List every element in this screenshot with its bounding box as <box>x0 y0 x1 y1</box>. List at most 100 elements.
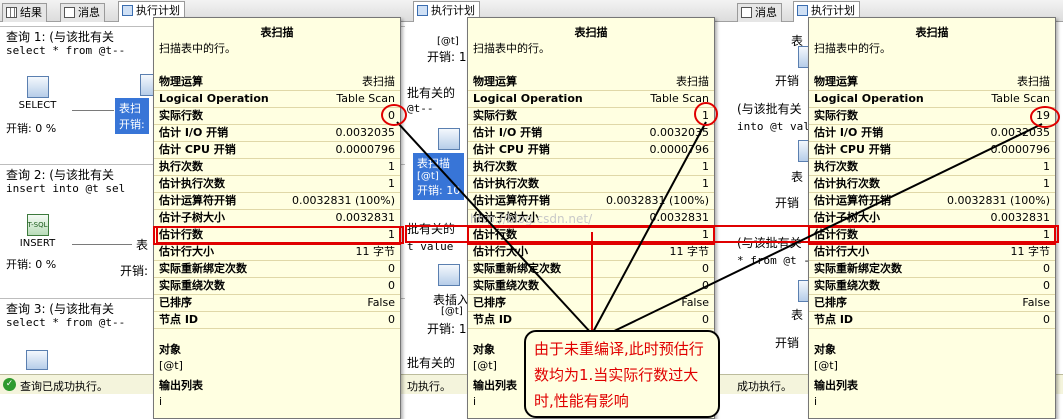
tooltip-property-row: Logical Operation Table Scan <box>468 91 714 108</box>
property-label: 执行次数 <box>814 160 858 173</box>
property-value: 0 <box>702 262 709 275</box>
tooltip-description: 扫描表中的行。 <box>159 42 236 55</box>
property-value: 11 字节 <box>355 245 396 258</box>
property-label: 实际行数 <box>159 109 203 122</box>
property-value: Table Scan <box>991 92 1050 105</box>
query-title: 批有关的 <box>407 86 456 100</box>
property-value: 1 <box>702 160 709 173</box>
status-text: 功执行。 <box>407 380 451 393</box>
property-label: Logical Operation <box>814 92 924 105</box>
tooltip-property-row: 实际重新绑定次数 0 <box>809 261 1055 278</box>
property-value: 0.0032831 (100%) <box>291 194 395 207</box>
tooltip-property-row: 实际重绕次数 0 <box>809 278 1055 295</box>
tooltip-property-row: 实际重新绑定次数 0 <box>468 261 714 278</box>
plan-icon <box>417 5 428 16</box>
check-icon: ✓ <box>3 378 16 391</box>
table-scan-icon[interactable] <box>438 128 460 150</box>
query-sql: select * from @t-- <box>6 44 126 57</box>
select-operator[interactable]: SELECT <box>0 76 75 111</box>
tooltip-property-row: 节点 ID 0 <box>468 312 714 329</box>
property-value: 0 <box>388 262 395 275</box>
property-label: 估计 I/O 开销 <box>159 126 229 139</box>
property-label: 估计 CPU 开销 <box>159 143 236 156</box>
query-title: 查询 1: (与该批有关 <box>6 30 114 44</box>
property-value: False <box>1022 296 1050 309</box>
property-value: 0.0032035 <box>649 126 710 139</box>
table-label: [@t] <box>441 306 463 317</box>
property-label: 估计执行次数 <box>814 177 880 190</box>
tooltip-properties: 物理运算 表扫描 Logical Operation Table Scan 实际行数 19… <box>808 74 1056 329</box>
property-label: 估计行大小 <box>814 245 869 258</box>
tooltip-property-row: 实际行数 19 <box>809 108 1055 125</box>
selected-table-scan-node[interactable]: 表扫 开销: <box>115 98 149 134</box>
grid-icon <box>6 7 17 18</box>
tab-messages[interactable]: 消息 <box>60 3 105 22</box>
tab-results[interactable]: 结果 <box>2 3 47 22</box>
property-value: 0.0032035 <box>335 126 396 139</box>
plan-icon <box>122 5 133 16</box>
table-insert-icon[interactable] <box>438 264 460 286</box>
property-value: 1 <box>702 177 709 190</box>
tooltip-property-row: 估计 CPU 开销 0.0000796 <box>809 142 1055 159</box>
operator-cost: 开销: 0 % <box>6 258 57 271</box>
select-icon[interactable] <box>26 350 48 370</box>
table-label: [@t] <box>437 36 459 47</box>
tooltip-property-row: 节点 ID 0 <box>154 312 400 329</box>
property-label: 估计 I/O 开销 <box>473 126 543 139</box>
property-label: 实际重绕次数 <box>159 279 225 292</box>
tab-messages[interactable]: 消息 <box>737 3 782 22</box>
property-value: 11 字节 <box>1010 245 1051 258</box>
property-label: 物理运算 <box>473 75 517 88</box>
insert-operator[interactable]: T-SQL INSERT <box>0 214 75 249</box>
property-value: 0 <box>1043 279 1050 292</box>
object-heading: 对象 <box>814 343 836 356</box>
tooltip-property-row: Logical Operation Table Scan <box>154 91 400 108</box>
property-value: False <box>681 296 709 309</box>
query-title: 查询 2: (与该批有关 <box>6 168 114 182</box>
tooltip-property-row: 估计运算符开销 0.0032831 (100%) <box>468 193 714 210</box>
query-title: 查询 3: (与该批有关 <box>6 302 114 316</box>
tooltip-property-row: 估计 I/O 开销 0.0032035 <box>154 125 400 142</box>
property-value: 0.0000796 <box>990 143 1051 156</box>
tooltip-property-row: 估计执行次数 1 <box>468 176 714 193</box>
tooltip-property-row: 已排序 False <box>154 295 400 312</box>
message-icon <box>64 7 75 18</box>
property-value: 1 <box>388 160 395 173</box>
property-value: 0.0032831 <box>335 211 396 224</box>
property-label: 节点 ID <box>814 313 854 326</box>
estimated-rows-highlight <box>405 225 1059 243</box>
table-scan-tooltip-1: 表扫描 扫描表中的行。 物理运算 表扫描 Logical Operation Table … <box>153 17 401 419</box>
tooltip-properties: 物理运算 表扫描 Logical Operation Table Scan 实际行数 1 估… <box>467 74 715 329</box>
tooltip-property-row: 估计 I/O 开销 0.0032035 <box>468 125 714 142</box>
property-label: 估计运算符开销 <box>814 194 891 207</box>
object-value: [@t] <box>814 359 838 372</box>
selected-table-scan-node[interactable]: 表扫描 [@t] 开销: 10 <box>413 153 465 200</box>
property-value: 1 <box>1043 177 1050 190</box>
property-value: 0.0032831 <box>990 211 1051 224</box>
property-value: 0.0032831 (100%) <box>946 194 1050 207</box>
operator-cost: 开销: 0 % <box>6 122 57 135</box>
tooltip-property-row: 估计运算符开销 0.0032831 (100%) <box>154 193 400 210</box>
property-label: 实际重绕次数 <box>473 279 539 292</box>
property-label: 估计运算符开销 <box>473 194 550 207</box>
output-list-heading: 输出列表 <box>159 379 203 392</box>
property-value: Table Scan <box>336 92 395 105</box>
plan-arrow <box>72 244 132 245</box>
output-list-value: i <box>814 395 818 408</box>
property-label: 实际重绕次数 <box>814 279 880 292</box>
property-value: 0 <box>1043 313 1050 326</box>
tooltip-title: 表扫描 <box>915 26 949 39</box>
operator-cost: 开销 <box>775 74 800 88</box>
table-insert-label: 表 <box>136 238 149 252</box>
tooltip-description: 扫描表中的行。 <box>473 42 550 55</box>
tooltip-property-row: 实际重绕次数 0 <box>154 278 400 295</box>
actual-rows-circle <box>694 102 718 126</box>
property-value: 0 <box>702 279 709 292</box>
tooltip-property-row: 估计行大小 11 字节 <box>468 244 714 261</box>
query-sql: @t-- <box>407 102 434 115</box>
table-scan-icon <box>140 74 154 96</box>
actual-rows-circle <box>381 104 407 126</box>
property-label: 已排序 <box>814 296 847 309</box>
query-sql: select * from @t-- <box>6 316 126 329</box>
tooltip-property-row: 执行次数 1 <box>468 159 714 176</box>
